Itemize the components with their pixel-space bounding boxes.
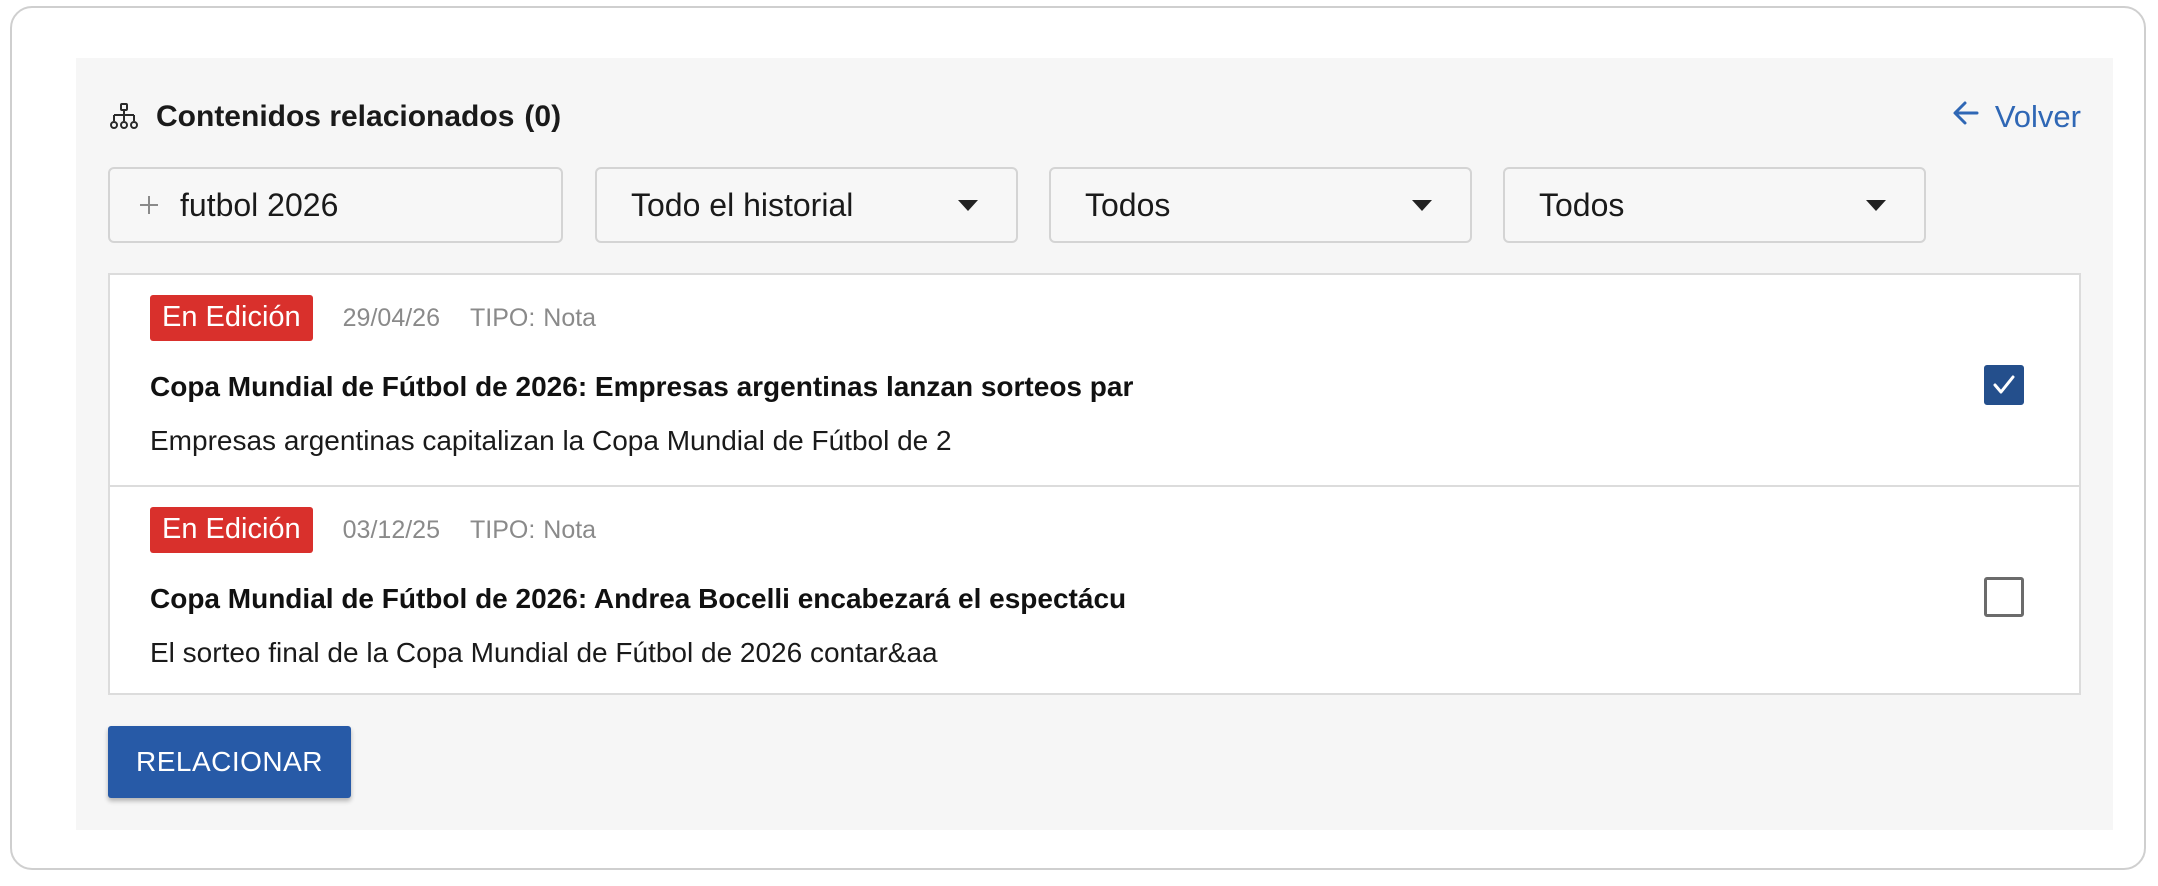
item-type: TIPO: Nota [470,516,596,545]
plus-icon [138,194,160,216]
list-item[interactable]: En Edición 03/12/25 TIPO: Nota Copa Mund… [110,487,2079,699]
item-summary: El sorteo final de la Copa Mundial de Fú… [150,637,938,668]
item-type-label: TIPO: [469,515,536,544]
search-value: futbol 2026 [180,186,339,223]
status-badge: En Edición [150,507,313,553]
item-title: Copa Mundial de Fútbol de 2026: Andrea B… [150,583,1127,614]
item-summary: Empresas argentinas capitalizan la Copa … [150,425,952,456]
status-select[interactable]: Todos [1049,167,1472,243]
item-type: TIPO: Nota [470,304,596,333]
page-title-text: Contenidos relacionados [156,100,515,133]
history-select-value: Todo el historial [631,186,854,223]
type-select-value: Todos [1539,186,1625,223]
header-title-group: Contenidos relacionados (0) [108,100,561,134]
list-item[interactable]: En Edición 29/04/26 TIPO: Nota Copa Mund… [110,275,2079,487]
item-meta: En Edición 03/12/25 TIPO: Nota [150,507,596,553]
caret-down-icon [1412,199,1432,211]
item-type-value: Nota [543,515,597,544]
filter-bar: futbol 2026 Todo el historial Todos Todo… [108,167,1928,243]
arrow-left-icon [1951,98,1981,136]
item-type-label: TIPO: [469,303,536,332]
results-list: En Edición 29/04/26 TIPO: Nota Copa Mund… [108,273,2081,695]
item-date: 29/04/26 [342,303,440,332]
checkmark-icon [1993,375,2015,394]
panel-header: Contenidos relacionados (0) Volver [108,94,2081,140]
related-content-card: Contenidos relacionados (0) Volver futbo… [10,6,2146,870]
page-title: Contenidos relacionados (0) [156,100,561,134]
caret-down-icon [958,199,978,211]
history-select[interactable]: Todo el historial [595,167,1018,243]
item-type-value: Nota [543,303,597,332]
back-link-label: Volver [1994,99,2081,134]
caret-down-icon [1866,199,1886,211]
item-date: 03/12/25 [342,515,440,544]
related-count: (0) [524,100,562,133]
item-title: Copa Mundial de Fútbol de 2026: Empresas… [150,371,1134,402]
related-content-panel: Contenidos relacionados (0) Volver futbo… [76,58,2113,830]
search-input[interactable]: futbol 2026 [108,167,563,243]
type-select[interactable]: Todos [1503,167,1926,243]
back-link[interactable]: Volver [1951,98,2081,136]
item-meta: En Edición 29/04/26 TIPO: Nota [150,295,596,341]
sitemap-icon [108,101,140,133]
status-select-value: Todos [1085,186,1171,223]
select-checkbox[interactable] [1984,365,2024,405]
relate-button[interactable]: RELACIONAR [108,726,351,798]
select-checkbox[interactable] [1984,577,2024,617]
status-badge: En Edición [150,295,313,341]
